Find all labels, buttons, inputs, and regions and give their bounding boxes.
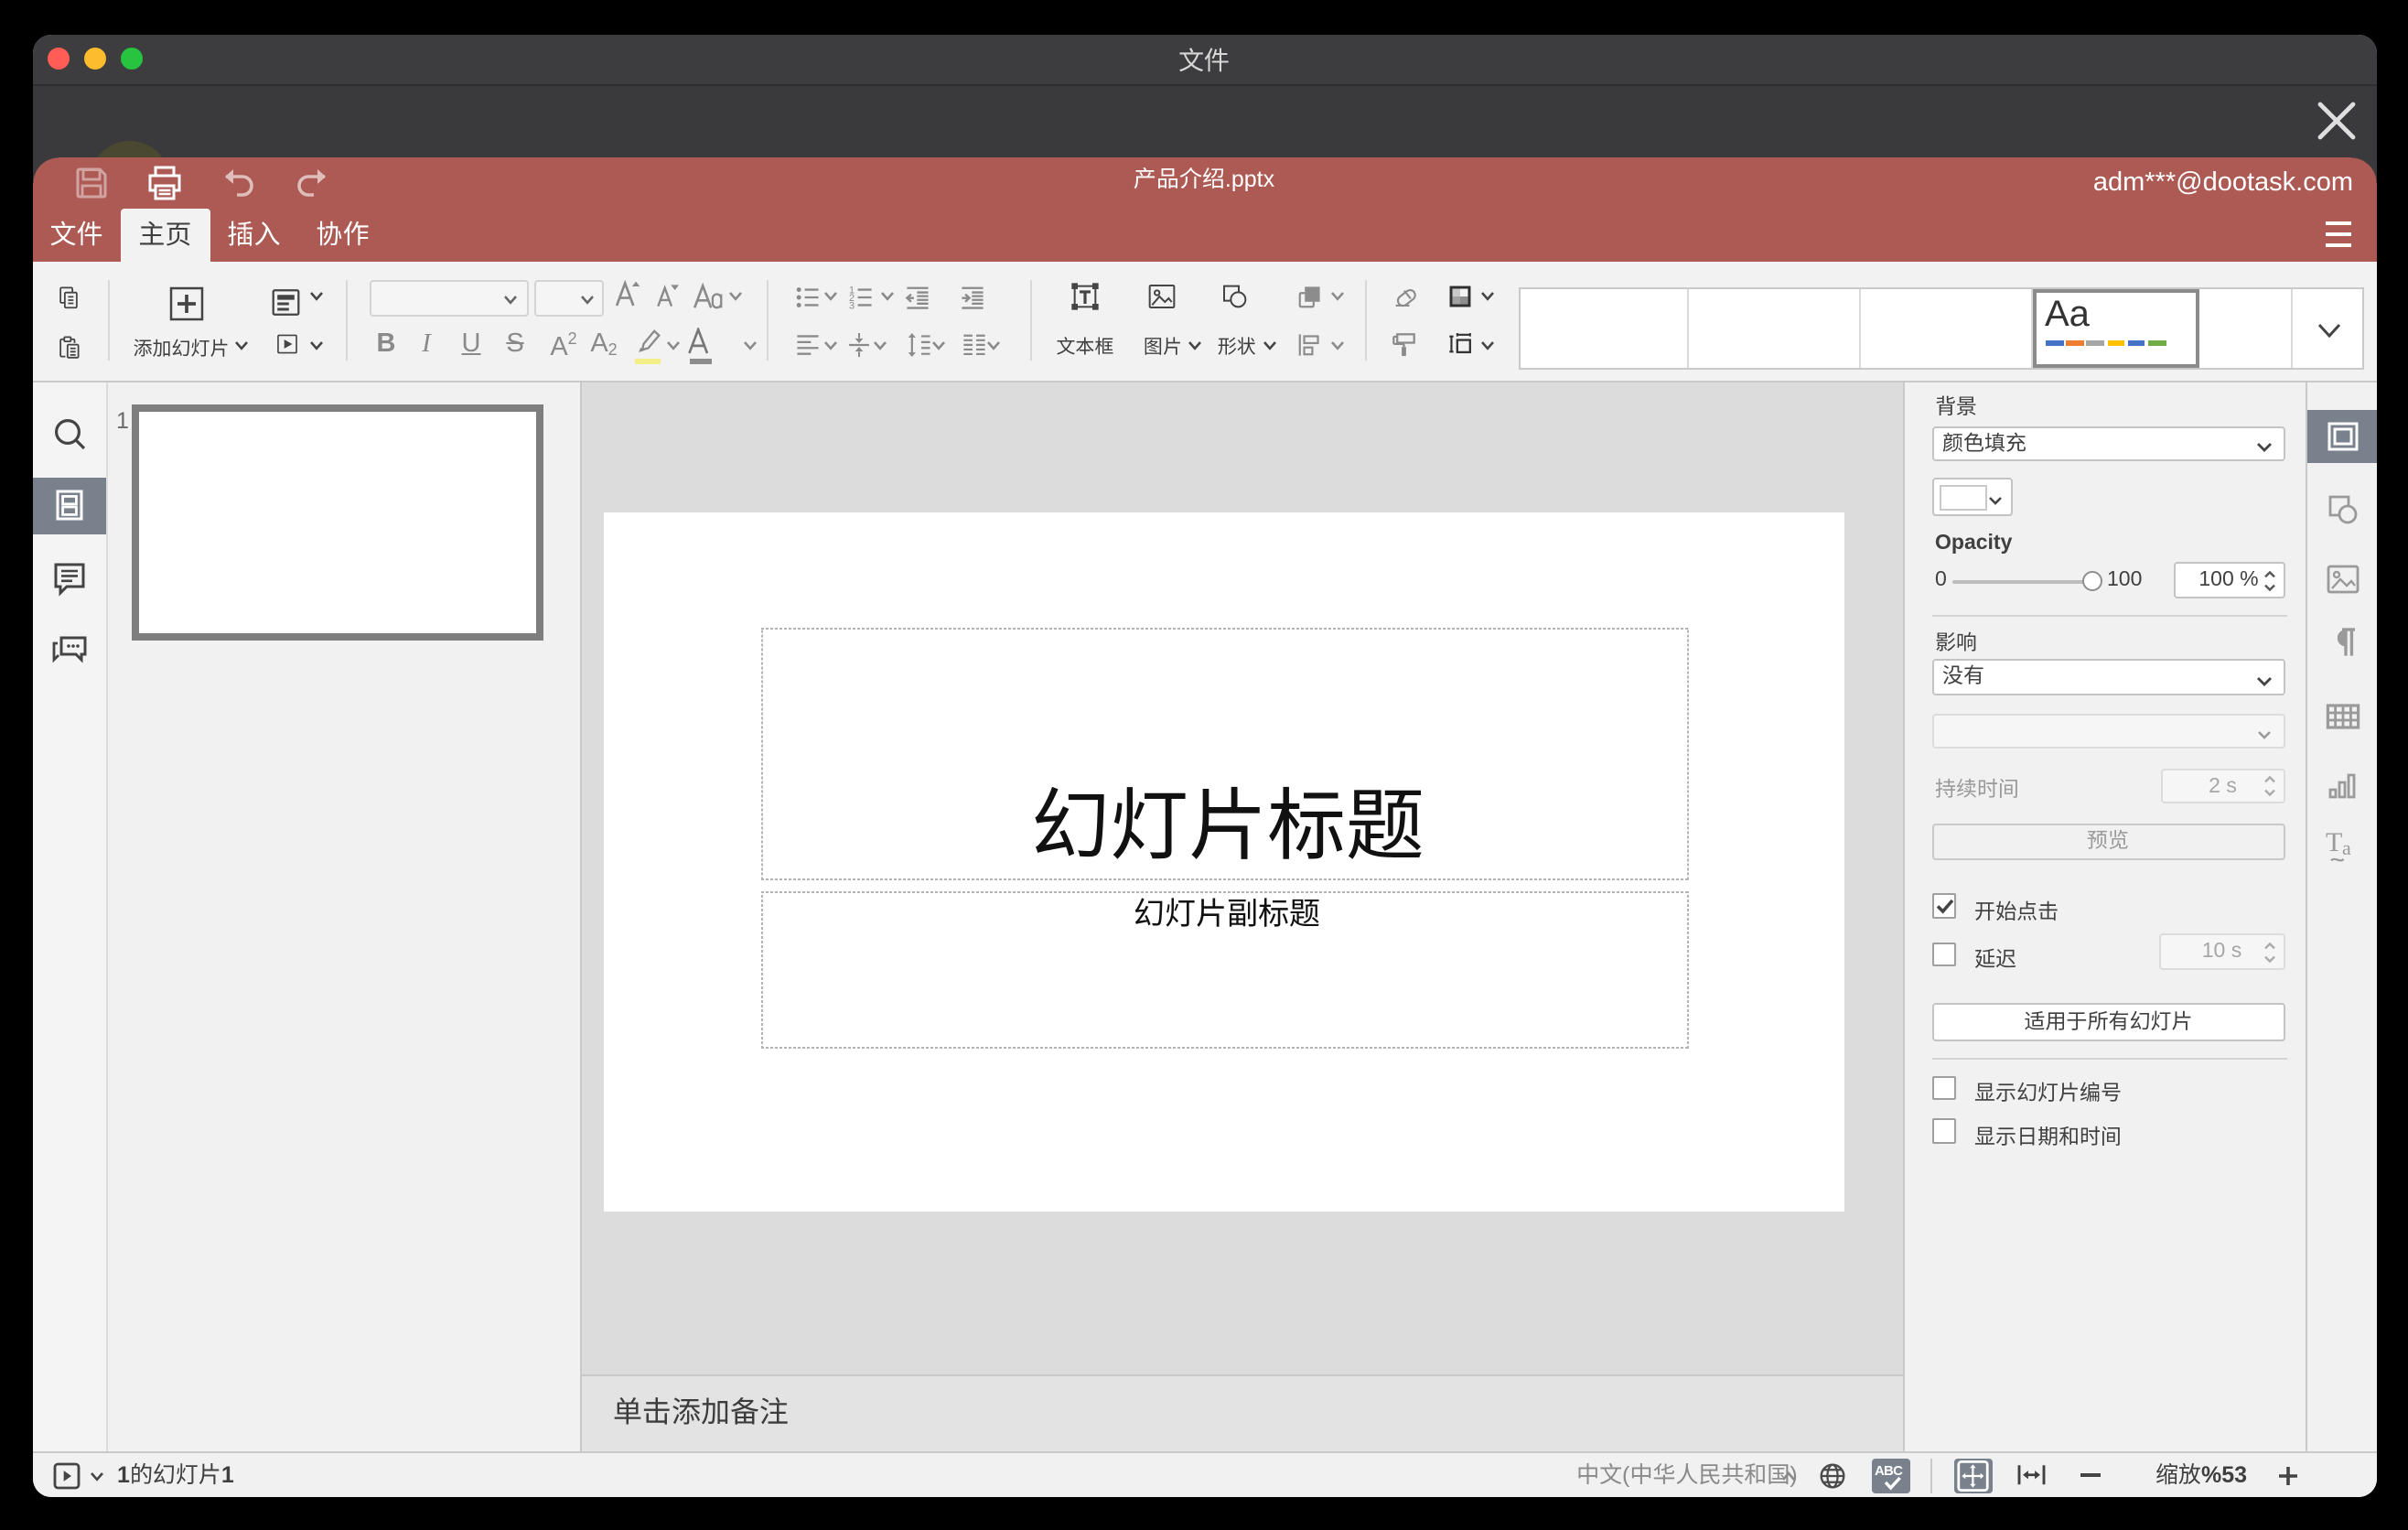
svg-text:3: 3 bbox=[848, 299, 854, 310]
svg-text:T: T bbox=[2325, 827, 2341, 857]
svg-text:ABC: ABC bbox=[1875, 1462, 1903, 1478]
svg-text:a: a bbox=[2341, 836, 2350, 859]
